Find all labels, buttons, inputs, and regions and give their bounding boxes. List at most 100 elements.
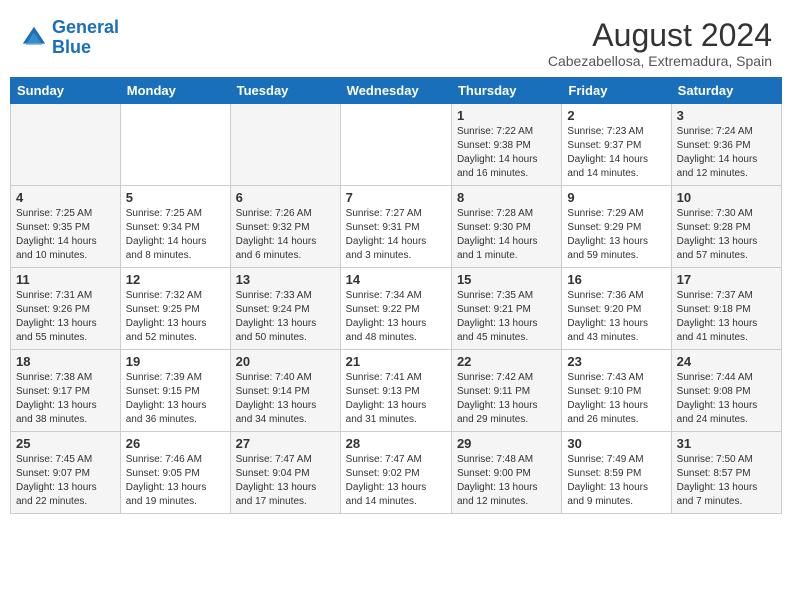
day-cell-17: 17 Sunrise: 7:37 AM Sunset: 9:18 PM Dayli… bbox=[671, 268, 781, 350]
weekday-header-thursday: Thursday bbox=[451, 78, 561, 104]
logo: General Blue bbox=[20, 18, 119, 58]
day-info: Sunrise: 7:37 AM Sunset: 9:18 PM Dayligh… bbox=[677, 289, 776, 345]
weekday-header-saturday: Saturday bbox=[671, 78, 781, 104]
day-cell-26: 26 Sunrise: 7:46 AM Sunset: 9:05 PM Dayli… bbox=[120, 432, 230, 514]
day-number: 1 bbox=[457, 108, 556, 123]
day-cell-6: 6 Sunrise: 7:26 AM Sunset: 9:32 PM Daylig… bbox=[230, 186, 340, 268]
day-number: 24 bbox=[677, 354, 776, 369]
day-cell-24: 24 Sunrise: 7:44 AM Sunset: 9:08 PM Dayli… bbox=[671, 350, 781, 432]
day-info: Sunrise: 7:38 AM Sunset: 9:17 PM Dayligh… bbox=[16, 371, 115, 427]
day-info: Sunrise: 7:35 AM Sunset: 9:21 PM Dayligh… bbox=[457, 289, 556, 345]
day-number: 5 bbox=[126, 190, 225, 205]
day-number: 3 bbox=[677, 108, 776, 123]
day-cell-23: 23 Sunrise: 7:43 AM Sunset: 9:10 PM Dayli… bbox=[562, 350, 671, 432]
day-number: 8 bbox=[457, 190, 556, 205]
day-info: Sunrise: 7:31 AM Sunset: 9:26 PM Dayligh… bbox=[16, 289, 115, 345]
logo-line2: Blue bbox=[52, 37, 91, 57]
empty-cell bbox=[340, 104, 451, 186]
day-number: 17 bbox=[677, 272, 776, 287]
day-info: Sunrise: 7:26 AM Sunset: 9:32 PM Dayligh… bbox=[236, 207, 335, 263]
day-info: Sunrise: 7:41 AM Sunset: 9:13 PM Dayligh… bbox=[346, 371, 446, 427]
day-cell-2: 2 Sunrise: 7:23 AM Sunset: 9:37 PM Daylig… bbox=[562, 104, 671, 186]
week-row-4: 18 Sunrise: 7:38 AM Sunset: 9:17 PM Dayli… bbox=[11, 350, 782, 432]
day-info: Sunrise: 7:25 AM Sunset: 9:34 PM Dayligh… bbox=[126, 207, 225, 263]
day-number: 12 bbox=[126, 272, 225, 287]
day-number: 29 bbox=[457, 436, 556, 451]
weekday-header-tuesday: Tuesday bbox=[230, 78, 340, 104]
day-cell-8: 8 Sunrise: 7:28 AM Sunset: 9:30 PM Daylig… bbox=[451, 186, 561, 268]
day-info: Sunrise: 7:29 AM Sunset: 9:29 PM Dayligh… bbox=[567, 207, 665, 263]
day-number: 4 bbox=[16, 190, 115, 205]
day-cell-10: 10 Sunrise: 7:30 AM Sunset: 9:28 PM Dayli… bbox=[671, 186, 781, 268]
day-cell-25: 25 Sunrise: 7:45 AM Sunset: 9:07 PM Dayli… bbox=[11, 432, 121, 514]
day-cell-31: 31 Sunrise: 7:50 AM Sunset: 8:57 PM Dayli… bbox=[671, 432, 781, 514]
day-number: 6 bbox=[236, 190, 335, 205]
week-row-1: 1Sunrise: 7:22 AM Sunset: 9:38 PM Daylig… bbox=[11, 104, 782, 186]
day-number: 22 bbox=[457, 354, 556, 369]
day-number: 23 bbox=[567, 354, 665, 369]
day-number: 2 bbox=[567, 108, 665, 123]
day-cell-11: 11 Sunrise: 7:31 AM Sunset: 9:26 PM Dayli… bbox=[11, 268, 121, 350]
day-info: Sunrise: 7:46 AM Sunset: 9:05 PM Dayligh… bbox=[126, 453, 225, 509]
day-info: Sunrise: 7:32 AM Sunset: 9:25 PM Dayligh… bbox=[126, 289, 225, 345]
calendar: SundayMondayTuesdayWednesdayThursdayFrid… bbox=[10, 77, 782, 514]
day-number: 10 bbox=[677, 190, 776, 205]
day-number: 19 bbox=[126, 354, 225, 369]
day-info: Sunrise: 7:27 AM Sunset: 9:31 PM Dayligh… bbox=[346, 207, 446, 263]
day-number: 18 bbox=[16, 354, 115, 369]
location: Cabezabellosa, Extremadura, Spain bbox=[548, 53, 772, 69]
day-info: Sunrise: 7:30 AM Sunset: 9:28 PM Dayligh… bbox=[677, 207, 776, 263]
day-info: Sunrise: 7:24 AM Sunset: 9:36 PM Dayligh… bbox=[677, 125, 776, 181]
day-number: 11 bbox=[16, 272, 115, 287]
day-info: Sunrise: 7:40 AM Sunset: 9:14 PM Dayligh… bbox=[236, 371, 335, 427]
day-number: 27 bbox=[236, 436, 335, 451]
day-cell-15: 15 Sunrise: 7:35 AM Sunset: 9:21 PM Dayli… bbox=[451, 268, 561, 350]
empty-cell bbox=[120, 104, 230, 186]
day-info: Sunrise: 7:47 AM Sunset: 9:04 PM Dayligh… bbox=[236, 453, 335, 509]
day-cell-19: 19 Sunrise: 7:39 AM Sunset: 9:15 PM Dayli… bbox=[120, 350, 230, 432]
day-info: Sunrise: 7:43 AM Sunset: 9:10 PM Dayligh… bbox=[567, 371, 665, 427]
day-cell-1: 1Sunrise: 7:22 AM Sunset: 9:38 PM Daylig… bbox=[451, 104, 561, 186]
day-info: Sunrise: 7:39 AM Sunset: 9:15 PM Dayligh… bbox=[126, 371, 225, 427]
day-cell-3: 3 Sunrise: 7:24 AM Sunset: 9:36 PM Daylig… bbox=[671, 104, 781, 186]
day-cell-16: 16 Sunrise: 7:36 AM Sunset: 9:20 PM Dayli… bbox=[562, 268, 671, 350]
day-info: Sunrise: 7:44 AM Sunset: 9:08 PM Dayligh… bbox=[677, 371, 776, 427]
day-number: 16 bbox=[567, 272, 665, 287]
day-cell-20: 20Sunrise: 7:40 AM Sunset: 9:14 PM Dayli… bbox=[230, 350, 340, 432]
day-cell-30: 30Sunrise: 7:49 AM Sunset: 8:59 PM Dayli… bbox=[562, 432, 671, 514]
day-info: Sunrise: 7:23 AM Sunset: 9:37 PM Dayligh… bbox=[567, 125, 665, 181]
day-cell-22: 22 Sunrise: 7:42 AM Sunset: 9:11 PM Dayli… bbox=[451, 350, 561, 432]
day-info: Sunrise: 7:36 AM Sunset: 9:20 PM Dayligh… bbox=[567, 289, 665, 345]
empty-cell bbox=[230, 104, 340, 186]
day-number: 31 bbox=[677, 436, 776, 451]
day-number: 15 bbox=[457, 272, 556, 287]
day-number: 25 bbox=[16, 436, 115, 451]
day-number: 14 bbox=[346, 272, 446, 287]
day-cell-13: 13Sunrise: 7:33 AM Sunset: 9:24 PM Dayli… bbox=[230, 268, 340, 350]
day-cell-12: 12 Sunrise: 7:32 AM Sunset: 9:25 PM Dayli… bbox=[120, 268, 230, 350]
day-cell-5: 5 Sunrise: 7:25 AM Sunset: 9:34 PM Daylig… bbox=[120, 186, 230, 268]
day-number: 9 bbox=[567, 190, 665, 205]
day-info: Sunrise: 7:48 AM Sunset: 9:00 PM Dayligh… bbox=[457, 453, 556, 509]
day-cell-29: 29 Sunrise: 7:48 AM Sunset: 9:00 PM Dayli… bbox=[451, 432, 561, 514]
week-row-2: 4 Sunrise: 7:25 AM Sunset: 9:35 PM Daylig… bbox=[11, 186, 782, 268]
empty-cell bbox=[11, 104, 121, 186]
day-number: 28 bbox=[346, 436, 446, 451]
day-info: Sunrise: 7:25 AM Sunset: 9:35 PM Dayligh… bbox=[16, 207, 115, 263]
day-number: 13 bbox=[236, 272, 335, 287]
day-info: Sunrise: 7:50 AM Sunset: 8:57 PM Dayligh… bbox=[677, 453, 776, 509]
day-info: Sunrise: 7:45 AM Sunset: 9:07 PM Dayligh… bbox=[16, 453, 115, 509]
logo-icon bbox=[20, 24, 48, 52]
day-info: Sunrise: 7:28 AM Sunset: 9:30 PM Dayligh… bbox=[457, 207, 556, 263]
day-cell-21: 21Sunrise: 7:41 AM Sunset: 9:13 PM Dayli… bbox=[340, 350, 451, 432]
day-cell-18: 18 Sunrise: 7:38 AM Sunset: 9:17 PM Dayli… bbox=[11, 350, 121, 432]
logo-line1: General bbox=[52, 17, 119, 37]
weekday-header-wednesday: Wednesday bbox=[340, 78, 451, 104]
weekday-header-monday: Monday bbox=[120, 78, 230, 104]
day-info: Sunrise: 7:34 AM Sunset: 9:22 PM Dayligh… bbox=[346, 289, 446, 345]
day-info: Sunrise: 7:47 AM Sunset: 9:02 PM Dayligh… bbox=[346, 453, 446, 509]
day-cell-28: 28 Sunrise: 7:47 AM Sunset: 9:02 PM Dayli… bbox=[340, 432, 451, 514]
header: General Blue August 2024 Cabezabellosa, … bbox=[10, 10, 782, 73]
day-number: 26 bbox=[126, 436, 225, 451]
day-info: Sunrise: 7:42 AM Sunset: 9:11 PM Dayligh… bbox=[457, 371, 556, 427]
